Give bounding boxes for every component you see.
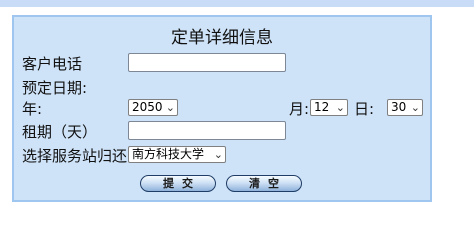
- return-station-select[interactable]: 南方科技大学 ⌄: [128, 146, 226, 163]
- order-details-panel: 定单详细信息 客户电话 预定日期: 年: 2050 ⌄ 月: 12 ⌄ 日: 3…: [12, 15, 432, 202]
- phone-input[interactable]: [128, 53, 286, 72]
- year-label: 年:: [22, 100, 43, 118]
- year-select[interactable]: 2050 ⌄: [128, 99, 178, 116]
- rent-days-input[interactable]: [128, 121, 286, 140]
- clear-button[interactable]: 清空: [226, 175, 302, 192]
- chevron-down-icon: ⌄: [335, 101, 345, 114]
- page: 定单详细信息 客户电话 预定日期: 年: 2050 ⌄ 月: 12 ⌄ 日: 3…: [0, 0, 474, 232]
- submit-button[interactable]: 提交: [140, 175, 216, 192]
- chevron-down-icon: ⌄: [213, 148, 223, 161]
- day-select[interactable]: 30 ⌄: [387, 99, 423, 116]
- month-select-value: 12: [314, 100, 330, 114]
- date-label: 预定日期:: [22, 79, 88, 97]
- return-station-value: 南方科技大学: [132, 147, 205, 161]
- phone-label: 客户电话: [22, 55, 83, 73]
- year-select-value: 2050: [132, 100, 163, 114]
- month-label: 月:: [289, 100, 310, 118]
- chevron-down-icon: ⌄: [410, 101, 420, 114]
- day-label: 日:: [354, 100, 375, 118]
- page-title: 定单详细信息: [171, 28, 273, 48]
- month-select[interactable]: 12 ⌄: [310, 99, 348, 116]
- chevron-down-icon: ⌄: [165, 101, 175, 114]
- day-select-value: 30: [391, 100, 407, 114]
- rent-label: 租期（天）: [22, 123, 98, 141]
- return-station-label: 选择服务站归还: [22, 147, 128, 165]
